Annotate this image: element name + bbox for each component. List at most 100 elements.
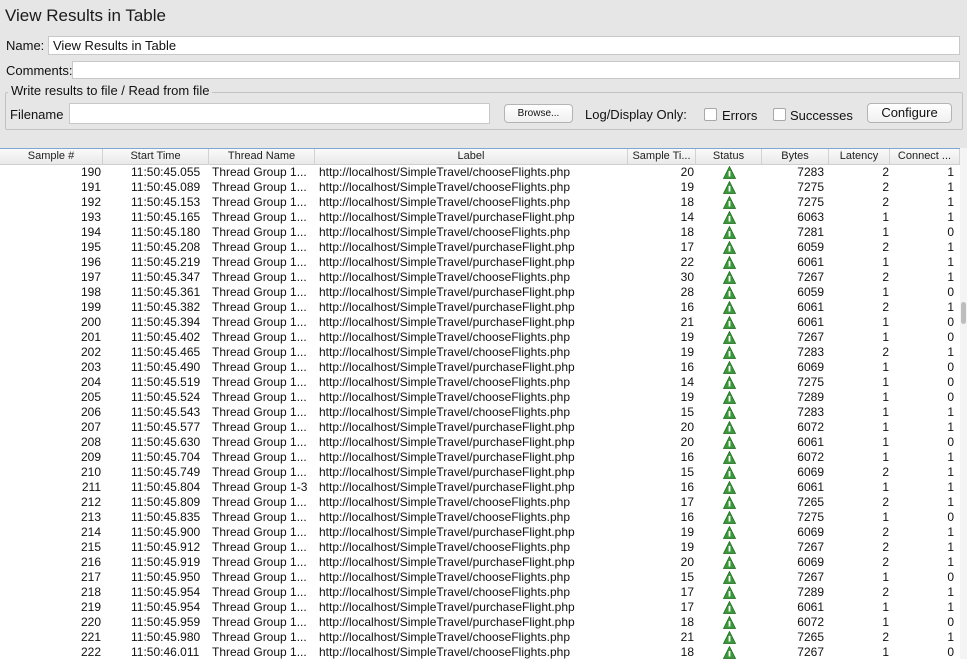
cell-sample-time: 17 [680, 495, 694, 509]
cell-latency: 1 [882, 360, 889, 374]
table-row[interactable]: 222 11:50:46.011 Thread Group 1... http://l… [0, 645, 960, 660]
name-field[interactable]: View Results in Table [48, 36, 960, 55]
cell-bytes: 6063 [797, 210, 824, 224]
configure-button[interactable]: Configure [867, 103, 952, 123]
cell-label: http://localhost/SimpleTravel/purchaseFl… [319, 450, 575, 464]
cell-sample-number: 222 [80, 645, 101, 659]
table-row[interactable]: 201 11:50:45.402 Thread Group 1... http://l… [0, 330, 960, 345]
table-row[interactable]: 213 11:50:45.835 Thread Group 1... http://l… [0, 510, 960, 525]
cell-sample-time: 21 [680, 630, 694, 644]
cell-sample-time: 17 [680, 600, 694, 614]
cell-latency: 2 [882, 540, 889, 554]
column-header-start-time[interactable]: Start Time [103, 149, 209, 164]
table-row[interactable]: 197 11:50:45.347 Thread Group 1... http://l… [0, 270, 960, 285]
table-row[interactable]: 190 11:50:45.055 Thread Group 1... http://l… [0, 165, 960, 180]
table-row[interactable]: 207 11:50:45.577 Thread Group 1... http://l… [0, 420, 960, 435]
column-header-bytes[interactable]: Bytes [762, 149, 829, 164]
column-header-status[interactable]: Status [696, 149, 762, 164]
cell-start-time: 11:50:46.011 [131, 645, 200, 659]
cell-sample-number: 212 [80, 495, 101, 509]
table-row[interactable]: 199 11:50:45.382 Thread Group 1... http://l… [0, 300, 960, 315]
cell-start-time: 11:50:45.519 [131, 375, 201, 389]
cell-thread-name: Thread Group 1... [212, 630, 307, 644]
comments-field[interactable] [72, 61, 960, 79]
cell-label: http://localhost/SimpleTravel/purchaseFl… [319, 240, 575, 254]
table-row[interactable]: 218 11:50:45.954 Thread Group 1... http://l… [0, 585, 960, 600]
table-row[interactable]: 209 11:50:45.704 Thread Group 1... http://l… [0, 450, 960, 465]
cell-bytes: 6061 [797, 315, 824, 329]
cell-latency: 1 [882, 480, 889, 494]
column-header-connect[interactable]: Connect ... [890, 149, 960, 164]
cell-thread-name: Thread Group 1... [212, 615, 307, 629]
browse-button[interactable]: Browse... [504, 104, 573, 123]
table-row[interactable]: 210 11:50:45.749 Thread Group 1... http://l… [0, 465, 960, 480]
errors-checkbox[interactable] [704, 108, 717, 121]
table-row[interactable]: 202 11:50:45.465 Thread Group 1... http://l… [0, 345, 960, 360]
success-triangle-icon [723, 241, 736, 254]
table-row[interactable]: 192 11:50:45.153 Thread Group 1... http://l… [0, 195, 960, 210]
table-row[interactable]: 208 11:50:45.630 Thread Group 1... http://l… [0, 435, 960, 450]
cell-bytes: 6072 [797, 450, 824, 464]
cell-thread-name: Thread Group 1-3 [212, 480, 308, 494]
cell-sample-time: 22 [680, 255, 694, 269]
column-header-sample[interactable]: Sample # [0, 149, 103, 164]
cell-bytes: 6061 [797, 480, 824, 494]
cell-sample-time: 20 [680, 420, 694, 434]
table-row[interactable]: 194 11:50:45.180 Thread Group 1... http://l… [0, 225, 960, 240]
column-header-label[interactable]: Label [315, 149, 628, 164]
scrollbar-thumb[interactable] [961, 302, 966, 324]
table-row[interactable]: 203 11:50:45.490 Thread Group 1... http://l… [0, 360, 960, 375]
column-header-thread-name[interactable]: Thread Name [209, 149, 315, 164]
cell-label: http://localhost/SimpleTravel/purchaseFl… [319, 435, 575, 449]
success-triangle-icon [723, 256, 736, 269]
cell-label: http://localhost/SimpleTravel/purchaseFl… [319, 555, 575, 569]
cell-latency: 2 [882, 585, 889, 599]
table-row[interactable]: 205 11:50:45.524 Thread Group 1... http://l… [0, 390, 960, 405]
table-row[interactable]: 211 11:50:45.804 Thread Group 1-3 http://lo… [0, 480, 960, 495]
cell-latency: 2 [882, 165, 889, 179]
table-row[interactable]: 204 11:50:45.519 Thread Group 1... http://l… [0, 375, 960, 390]
success-triangle-icon [723, 601, 736, 614]
table-row[interactable]: 216 11:50:45.919 Thread Group 1... http://l… [0, 555, 960, 570]
cell-sample-time: 19 [680, 525, 694, 539]
table-row[interactable]: 195 11:50:45.208 Thread Group 1... http://l… [0, 240, 960, 255]
errors-label: Errors [722, 108, 758, 123]
cell-sample-number: 214 [80, 525, 101, 539]
cell-thread-name: Thread Group 1... [212, 225, 307, 239]
table-row[interactable]: 214 11:50:45.900 Thread Group 1... http://l… [0, 525, 960, 540]
table-row[interactable]: 217 11:50:45.950 Thread Group 1... http://l… [0, 570, 960, 585]
cell-latency: 2 [882, 465, 889, 479]
cell-thread-name: Thread Group 1... [212, 585, 307, 599]
cell-label: http://localhost/SimpleTravel/purchaseFl… [319, 210, 575, 224]
table-row[interactable]: 215 11:50:45.912 Thread Group 1... http://l… [0, 540, 960, 555]
table-row[interactable]: 206 11:50:45.543 Thread Group 1... http://l… [0, 405, 960, 420]
cell-start-time: 11:50:45.465 [131, 345, 201, 359]
cell-bytes: 6061 [797, 255, 824, 269]
vertical-scrollbar[interactable] [960, 148, 967, 659]
table-row[interactable]: 196 11:50:45.219 Thread Group 1... http://l… [0, 255, 960, 270]
table-row[interactable]: 198 11:50:45.361 Thread Group 1... http://l… [0, 285, 960, 300]
cell-bytes: 6061 [797, 300, 824, 314]
successes-checkbox[interactable] [773, 108, 786, 121]
column-header-latency[interactable]: Latency [829, 149, 890, 164]
cell-sample-number: 203 [80, 360, 101, 374]
cell-sample-time: 21 [680, 315, 694, 329]
cell-label: http://localhost/SimpleTravel/chooseFlig… [319, 510, 571, 524]
cell-sample-time: 17 [680, 585, 694, 599]
table-row[interactable]: 193 11:50:45.165 Thread Group 1... http://l… [0, 210, 960, 225]
cell-connect: 1 [947, 195, 954, 209]
table-row[interactable]: 200 11:50:45.394 Thread Group 1... http://l… [0, 315, 960, 330]
success-triangle-icon [723, 586, 736, 599]
filename-input[interactable] [69, 103, 490, 124]
cell-bytes: 6069 [797, 360, 824, 374]
table-row[interactable]: 212 11:50:45.809 Thread Group 1... http://l… [0, 495, 960, 510]
cell-latency: 1 [882, 510, 889, 524]
table-row[interactable]: 219 11:50:45.954 Thread Group 1... http://l… [0, 600, 960, 615]
column-header-sample-time[interactable]: Sample Ti... [628, 149, 696, 164]
table-row[interactable]: 220 11:50:45.959 Thread Group 1... http://l… [0, 615, 960, 630]
table-row[interactable]: 191 11:50:45.089 Thread Group 1... http://l… [0, 180, 960, 195]
cell-latency: 1 [882, 405, 889, 419]
cell-label: http://localhost/SimpleTravel/chooseFlig… [319, 405, 571, 419]
table-row[interactable]: 221 11:50:45.980 Thread Group 1... http://l… [0, 630, 960, 645]
cell-start-time: 11:50:45.089 [131, 180, 201, 194]
